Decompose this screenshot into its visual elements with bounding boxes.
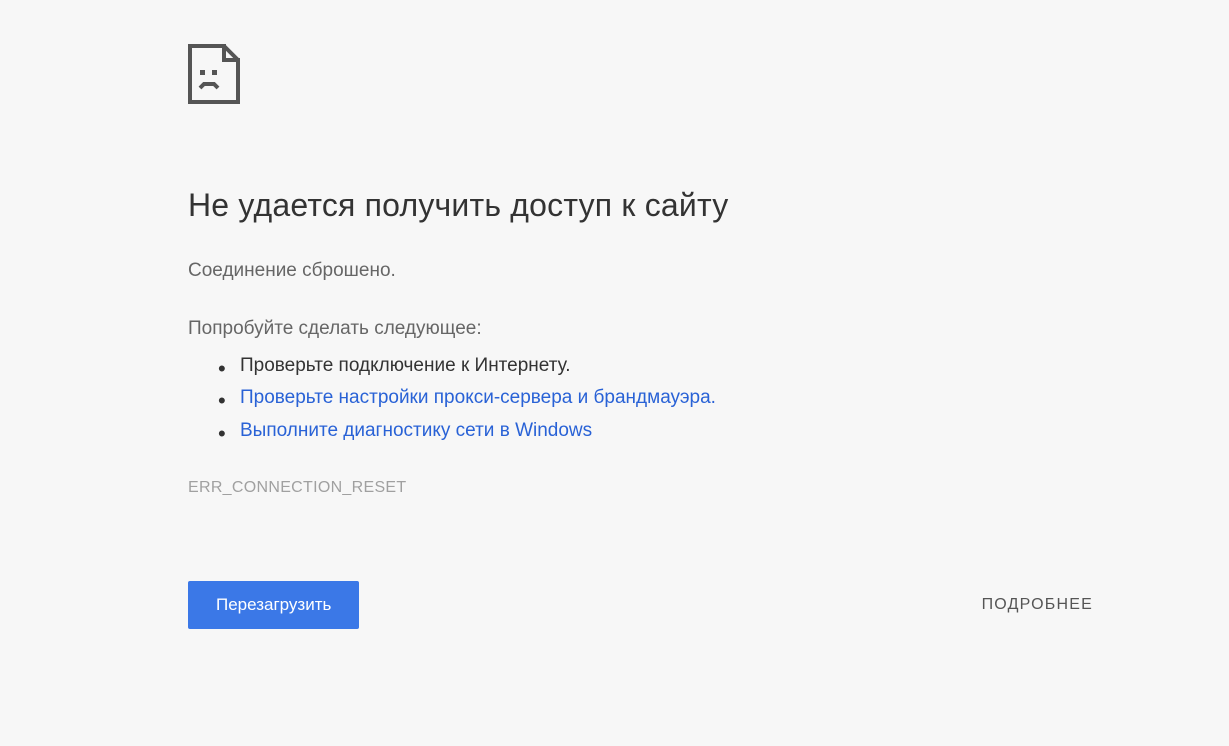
reload-button[interactable]: Перезагрузить — [188, 581, 359, 629]
list-item: Проверьте настройки прокси-сервера и бра… — [240, 382, 1089, 414]
sad-document-icon — [188, 44, 1089, 109]
details-button[interactable]: ПОДРОБНЕЕ — [982, 596, 1093, 614]
error-code: ERR_CONNECTION_RESET — [188, 479, 1089, 497]
list-item: Выполните диагностику сети в Windows — [240, 415, 1089, 447]
suggestions-intro: Попробуйте сделать следующее: — [188, 318, 1089, 340]
error-message: Соединение сброшено. — [188, 260, 1089, 282]
list-item: Проверьте подключение к Интернету. — [240, 350, 1089, 382]
windows-diagnostics-link[interactable]: Выполните диагностику сети в Windows — [240, 420, 592, 441]
error-page-container: Не удается получить доступ к сайту Соеди… — [0, 0, 1229, 629]
proxy-firewall-link[interactable]: Проверьте настройки прокси-сервера и бра… — [240, 387, 716, 408]
error-heading: Не удается получить доступ к сайту — [188, 187, 1089, 224]
suggestion-text: Проверьте подключение к Интернету. — [240, 355, 571, 376]
suggestions-list: Проверьте подключение к Интернету. Прове… — [188, 350, 1089, 447]
button-row: Перезагрузить ПОДРОБНЕЕ — [188, 581, 1093, 629]
